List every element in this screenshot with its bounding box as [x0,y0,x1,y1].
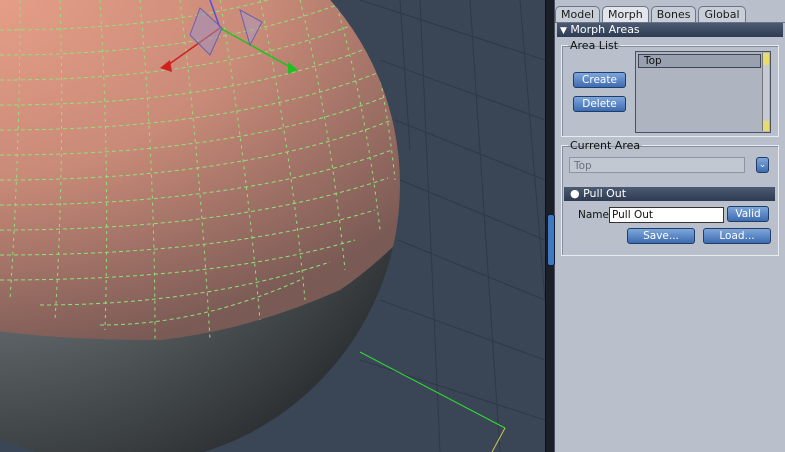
create-button[interactable]: Create [573,72,626,88]
tab-bones[interactable]: Bones [650,6,697,22]
morph-area-top [0,0,400,340]
list-scrollbar[interactable] [762,53,769,131]
tab-global[interactable]: Global [698,6,746,22]
scroll-thumb[interactable] [763,53,769,65]
chevron-down-icon[interactable]: ⌄ [756,157,769,173]
3d-viewport[interactable] [0,0,545,452]
valid-button[interactable]: Valid [727,206,769,222]
morph-areas-title: Morph Areas [570,23,640,36]
tab-morph[interactable]: Morph [602,6,649,23]
area-listbox[interactable]: Top [635,51,771,133]
scroll-arrow[interactable] [763,121,769,131]
pull-out-title: Pull Out [583,187,627,200]
current-area-select[interactable]: Top [569,157,745,173]
properties-panel: Model Morph Bones Global ▼ Morph Areas A… [555,0,785,452]
tab-model[interactable]: Model [555,6,601,22]
name-field[interactable]: Pull Out [609,207,724,223]
delete-button[interactable]: Delete [573,96,626,112]
name-label: Name: [578,209,613,221]
panel-splitter[interactable] [545,0,555,452]
triangle-down-icon: ▼ [560,26,567,36]
morph-areas-header[interactable]: ▼ Morph Areas [557,23,783,37]
load-button[interactable]: Load... [703,228,771,244]
save-button[interactable]: Save... [627,228,695,244]
current-area-legend: Current Area [570,139,641,152]
area-list-legend: Area List [570,39,619,52]
viewport-canvas[interactable] [0,0,545,452]
list-item-top[interactable]: Top [638,54,761,68]
floor-green-line [359,351,506,429]
panel-tabs: Model Morph Bones Global [555,6,748,23]
pull-out-header[interactable]: ● Pull Out [564,187,775,201]
bullet-icon: ● [570,187,580,200]
splitter-handle[interactable] [547,214,555,266]
